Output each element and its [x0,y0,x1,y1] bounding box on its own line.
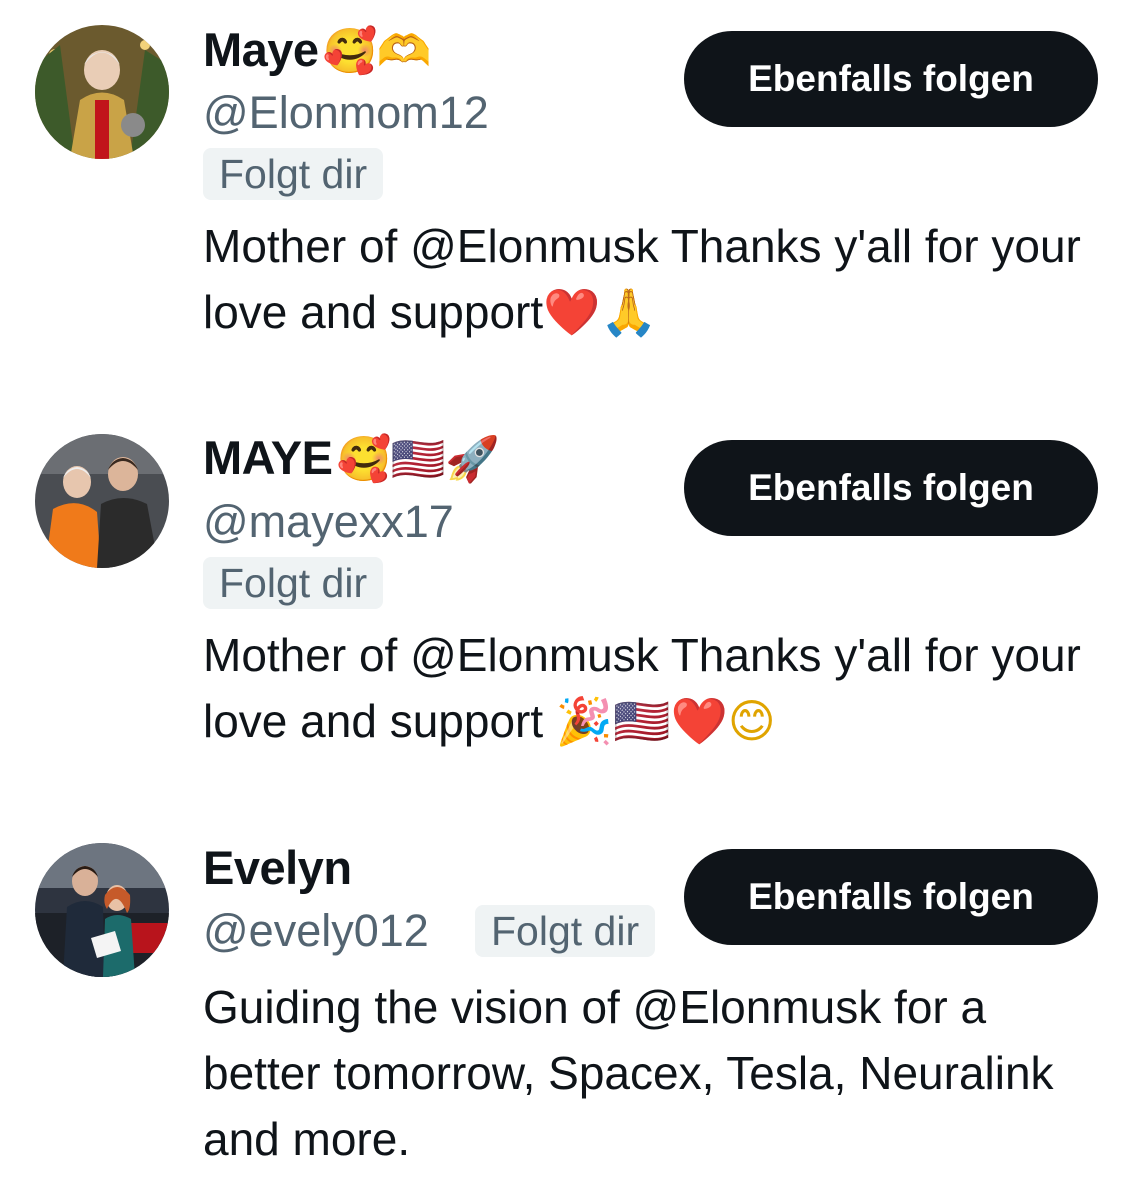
user-handle[interactable]: @evely012 [203,904,429,958]
avatar[interactable] [35,843,169,977]
display-name-text: Evelyn [203,841,352,894]
user-bio: Guiding the vision of @Elonmusk for a be… [203,981,1054,1165]
follows-you-badge: Folgt dir [475,905,656,957]
follower-item[interactable]: Evelyn @evely012 Folgt dir Ebenfalls fol… [0,0,1125,1186]
display-name[interactable]: Evelyn [203,840,352,896]
follow-back-button[interactable]: Ebenfalls folgen [684,849,1098,945]
